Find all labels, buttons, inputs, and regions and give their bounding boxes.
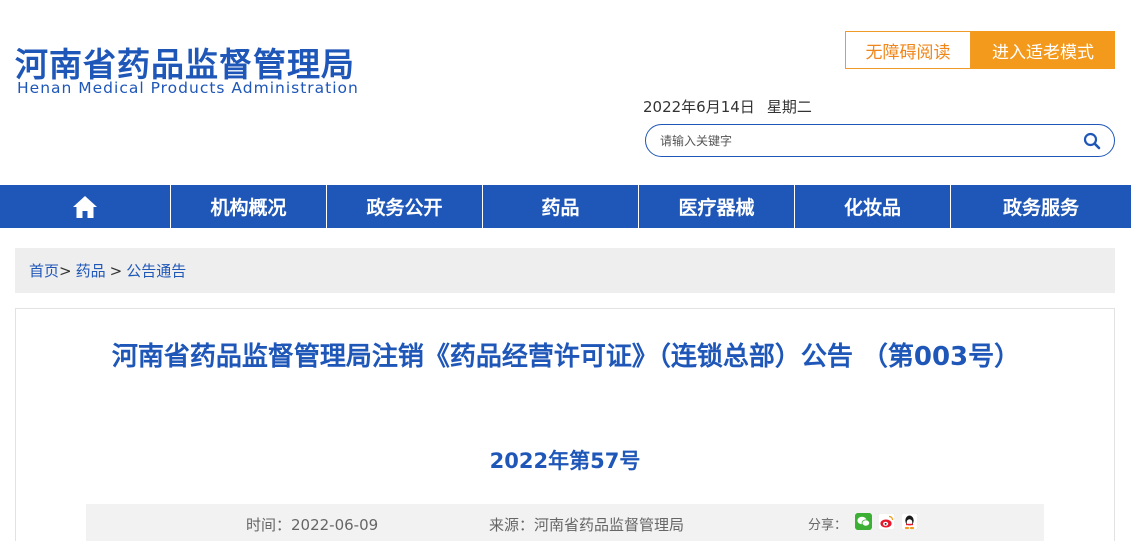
search-icon[interactable] <box>1082 131 1102 151</box>
nav-item-medical-devices[interactable]: 医疗器械 <box>639 185 795 228</box>
accessible-reading-button[interactable]: 无障碍阅读 <box>845 31 971 69</box>
nav-item-organization[interactable]: 机构概况 <box>171 185 327 228</box>
site-logo-english: Henan Medical Products Administration <box>17 79 359 97</box>
elder-mode-button[interactable]: 进入适老模式 <box>971 31 1115 69</box>
home-icon <box>73 195 97 218</box>
breadcrumb-announcements[interactable]: 公告通告 <box>126 260 186 281</box>
breadcrumb-separator: > <box>109 261 123 280</box>
publish-time: 时间：2022-06-09 <box>246 516 379 534</box>
document-number: 2022年第57号 <box>489 449 641 473</box>
main-nav: 机构概况 政务公开 药品 医疗器械 化妆品 政务服务 <box>0 185 1131 228</box>
breadcrumb-drugs[interactable]: 药品 <box>76 260 106 281</box>
weekday-value: 星期二 <box>766 98 812 116</box>
nav-item-government-services[interactable]: 政务服务 <box>951 185 1131 228</box>
breadcrumb-home[interactable]: 首页 <box>29 260 59 281</box>
date-value: 2022年6月14日 <box>643 98 755 116</box>
search-input[interactable] <box>660 125 1060 156</box>
weibo-share-icon[interactable] <box>878 513 895 530</box>
nav-home[interactable] <box>0 185 171 228</box>
breadcrumb-separator: > <box>59 261 72 280</box>
nav-item-drugs[interactable]: 药品 <box>483 185 639 228</box>
wechat-share-icon[interactable] <box>855 513 872 530</box>
article-source: 来源：河南省药品监督管理局 <box>489 516 685 534</box>
nav-item-cosmetics[interactable]: 化妆品 <box>795 185 951 228</box>
article-container: 河南省药品监督管理局注销《药品经营许可证》（连锁总部）公告 （第003号） 20… <box>15 308 1115 541</box>
article-meta-bar: 时间：2022-06-09 来源：河南省药品监督管理局 分享： <box>86 504 1044 541</box>
qq-share-icon[interactable] <box>901 513 918 530</box>
article-title: 河南省药品监督管理局注销《药品经营许可证》（连锁总部）公告 （第003号） <box>111 342 1021 372</box>
breadcrumb: 首页 > 药品 > 公告通告 <box>15 248 1115 293</box>
current-date: 2022年6月14日 星期二 <box>643 96 812 117</box>
nav-item-government-affairs[interactable]: 政务公开 <box>327 185 483 228</box>
search-box <box>645 124 1115 157</box>
share-label: 分享： <box>808 518 848 533</box>
